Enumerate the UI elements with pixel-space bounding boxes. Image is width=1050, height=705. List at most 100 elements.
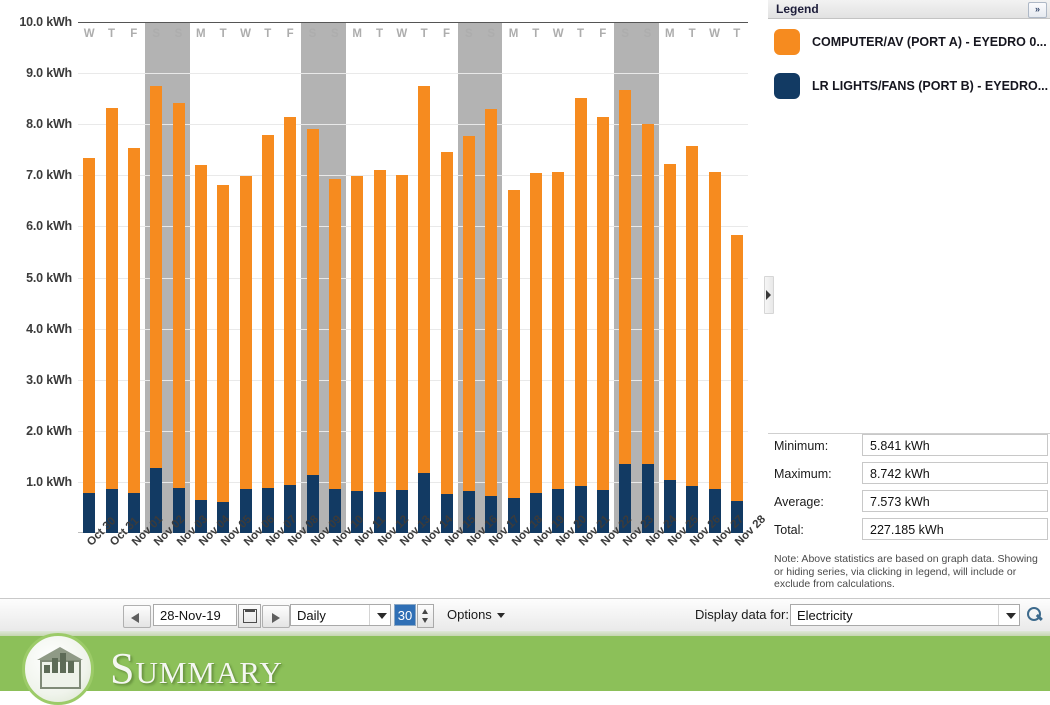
- gridline: [78, 73, 748, 75]
- statistic-value[interactable]: 8.742 kWh: [862, 462, 1048, 484]
- bar-segment-computer-av[interactable]: [485, 108, 498, 496]
- chart-bar[interactable]: [462, 135, 475, 533]
- day-of-week-label: T: [375, 28, 383, 40]
- page-title: Summary: [110, 644, 283, 693]
- legend-item[interactable]: COMPUTER/AV (PORT A) - EYEDRO 0...: [774, 25, 1047, 59]
- statistic-value[interactable]: 5.841 kWh: [862, 434, 1048, 456]
- bar-segment-computer-av[interactable]: [641, 123, 654, 465]
- chart-bar[interactable]: [552, 172, 565, 533]
- chart-bar[interactable]: [217, 184, 230, 533]
- bar-segment-lr-lights-fans[interactable]: [83, 493, 96, 533]
- bar-segment-computer-av[interactable]: [239, 175, 252, 490]
- chart-bar[interactable]: [507, 190, 520, 533]
- bar-segment-computer-av[interactable]: [507, 190, 520, 499]
- chevron-down-icon: [496, 613, 505, 619]
- bar-segment-computer-av[interactable]: [730, 234, 743, 502]
- chart-bar[interactable]: [596, 116, 609, 533]
- bar-segment-computer-av[interactable]: [351, 176, 364, 492]
- prev-period-button[interactable]: [123, 605, 151, 628]
- chart-plot-area[interactable]: WTFSSMTWTFSSMTWTFSSMTWTFSSMTWT: [78, 22, 748, 533]
- next-period-button[interactable]: [262, 605, 290, 628]
- bar-segment-computer-av[interactable]: [708, 171, 721, 490]
- bar-segment-computer-av[interactable]: [150, 86, 163, 469]
- count-stepper[interactable]: [417, 604, 434, 628]
- bar-segment-computer-av[interactable]: [105, 107, 118, 490]
- chevron-up-icon: [422, 609, 428, 614]
- chart-bar[interactable]: [485, 108, 498, 533]
- chart-bar[interactable]: [284, 117, 297, 533]
- bar-segment-computer-av[interactable]: [261, 135, 274, 488]
- bar-segment-computer-av[interactable]: [574, 98, 587, 486]
- bar-segment-computer-av[interactable]: [373, 169, 386, 493]
- chart-bar[interactable]: [418, 86, 431, 533]
- chart-bar[interactable]: [708, 171, 721, 533]
- y-axis-tick-label: 6.0 kWh: [26, 219, 72, 234]
- chart-bar[interactable]: [83, 158, 96, 533]
- count-input[interactable]: 30: [394, 604, 416, 626]
- chart-bar[interactable]: [373, 169, 386, 533]
- legend-item-label: COMPUTER/AV (PORT A) - EYEDRO 0...: [812, 35, 1047, 49]
- legend-header: Legend »: [768, 0, 1050, 19]
- chart-bar[interactable]: [150, 86, 163, 533]
- chart-bar[interactable]: [529, 173, 542, 533]
- day-of-week-label: W: [396, 28, 408, 40]
- interval-select[interactable]: Daily: [290, 604, 391, 626]
- chart-bar[interactable]: [730, 234, 743, 533]
- bar-segment-computer-av[interactable]: [194, 164, 207, 501]
- chart-bar[interactable]: [395, 174, 408, 533]
- day-of-week-label: M: [508, 28, 519, 40]
- chart-bar[interactable]: [194, 164, 207, 533]
- bar-segment-computer-av[interactable]: [418, 86, 431, 473]
- chart-bar[interactable]: [619, 90, 632, 533]
- display-data-select[interactable]: Electricity: [790, 604, 1020, 626]
- bar-segment-computer-av[interactable]: [172, 103, 185, 489]
- bar-segment-computer-av[interactable]: [619, 90, 632, 465]
- bar-segment-computer-av[interactable]: [686, 145, 699, 486]
- chart-bar[interactable]: [328, 178, 341, 533]
- chart-bar[interactable]: [306, 129, 319, 533]
- bar-segment-computer-av[interactable]: [328, 178, 341, 490]
- statistic-value[interactable]: 7.573 kWh: [862, 490, 1048, 512]
- bar-segment-computer-av[interactable]: [83, 158, 96, 494]
- chart-bar[interactable]: [239, 175, 252, 533]
- summary-logo: [22, 633, 94, 705]
- options-menu-button[interactable]: Options: [447, 604, 505, 626]
- bar-icon: [44, 665, 50, 673]
- bar-segment-computer-av[interactable]: [217, 184, 230, 503]
- legend-expand-icon[interactable]: »: [1028, 2, 1047, 18]
- statistic-value[interactable]: 227.185 kWh: [862, 518, 1048, 540]
- bar-segment-computer-av[interactable]: [284, 117, 297, 485]
- chart-bar[interactable]: [351, 176, 364, 533]
- chart-bar[interactable]: [663, 164, 676, 533]
- summary-footer: Summary: [0, 631, 1050, 705]
- bar-segment-computer-av[interactable]: [529, 173, 542, 493]
- bar-segment-computer-av[interactable]: [552, 172, 565, 489]
- bar-segment-computer-av[interactable]: [306, 129, 319, 476]
- bar-segment-computer-av[interactable]: [440, 152, 453, 495]
- chart-bar[interactable]: [105, 107, 118, 533]
- statistic-row: Total: 227.185 kWh: [774, 518, 1048, 546]
- panel-collapse-handle[interactable]: [764, 276, 774, 314]
- statistic-row: Minimum: 5.841 kWh: [774, 434, 1048, 462]
- chart-bar[interactable]: [172, 103, 185, 533]
- bar-segment-computer-av[interactable]: [395, 174, 408, 490]
- search-button[interactable]: [1026, 606, 1044, 624]
- chart-bar[interactable]: [641, 123, 654, 533]
- bar-segment-computer-av[interactable]: [462, 135, 475, 491]
- chart-bar[interactable]: [574, 98, 587, 533]
- day-of-week-label: F: [130, 28, 138, 40]
- legend-color-swatch: [774, 73, 800, 99]
- day-of-week-label: T: [420, 28, 428, 40]
- chart-bar[interactable]: [686, 145, 699, 533]
- chart-bar[interactable]: [127, 147, 140, 533]
- bar-segment-computer-av[interactable]: [596, 116, 609, 491]
- chart-bar[interactable]: [440, 152, 453, 533]
- y-axis-tick-label: 2.0 kWh: [26, 423, 72, 438]
- bar-segment-computer-av[interactable]: [127, 147, 140, 494]
- legend-item[interactable]: LR LIGHTS/FANS (PORT B) - EYEDRO...: [774, 69, 1048, 103]
- day-of-week-label: T: [733, 28, 741, 40]
- calendar-picker-button[interactable]: [238, 604, 261, 628]
- date-input[interactable]: 28-Nov-19: [153, 604, 237, 626]
- bar-segment-computer-av[interactable]: [663, 164, 676, 480]
- chart-bar[interactable]: [261, 135, 274, 533]
